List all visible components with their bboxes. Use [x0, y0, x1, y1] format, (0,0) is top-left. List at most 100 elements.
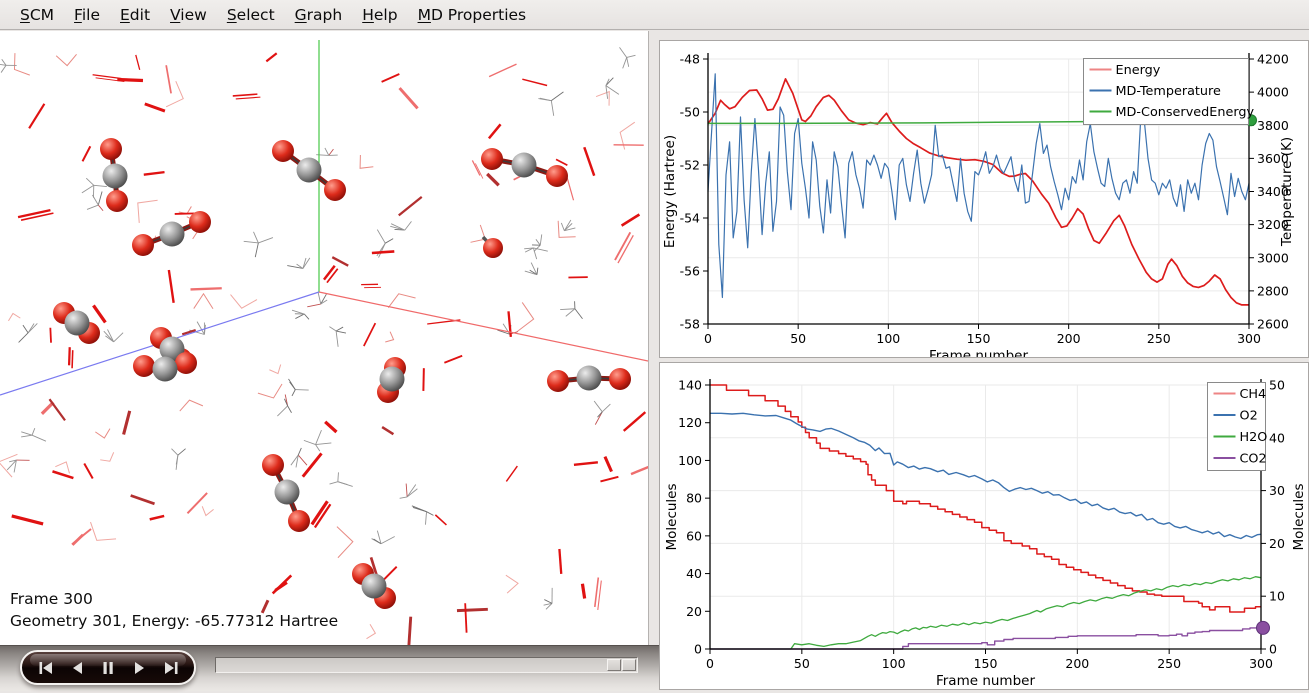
carbon-atom [297, 158, 322, 183]
carbon-atom [275, 480, 300, 505]
menu-bar: SCMFileEditViewSelectGraphHelpMD Propert… [0, 0, 1309, 30]
pause-button[interactable] [96, 658, 120, 678]
menu-item-file[interactable]: File [64, 3, 110, 27]
menu-item-select[interactable]: Select [217, 3, 285, 27]
right-axis-title: Temperature (K) [1279, 137, 1295, 247]
h2o-stick [194, 294, 213, 309]
skip-to-end-icon [161, 661, 179, 675]
left-tick-label: -52 [680, 158, 700, 173]
ch4-stick [330, 472, 353, 486]
o2-stick [136, 55, 140, 70]
h2o-stick [558, 221, 575, 238]
left-tick-label: 140 [678, 378, 702, 393]
o2-stick [52, 471, 73, 478]
right-tick-label: 3000 [1257, 250, 1289, 265]
x-tick-label: 300 [1249, 656, 1273, 671]
o2-stick [444, 356, 462, 363]
oxygen-atom [481, 148, 503, 170]
carbon-atom [65, 311, 90, 336]
legend-label-CH4: CH4 [1240, 387, 1267, 402]
o2-stick [582, 584, 584, 599]
playback-bar [0, 645, 659, 691]
h2o-stick [0, 454, 17, 477]
skip-to-start-button[interactable] [34, 658, 58, 678]
left-tick-label: -54 [680, 211, 700, 226]
viewer-3d[interactable]: Frame 300 Geometry 301, Energy: -65.7731… [0, 31, 649, 645]
step-back-icon [68, 661, 86, 675]
o2-stick [124, 411, 130, 435]
o2-stick [84, 463, 92, 478]
right-axis-title: Molecules [1291, 483, 1307, 550]
carbon-atom [160, 222, 185, 247]
legend-label-O2: O2 [1240, 409, 1258, 424]
ch4-stick [560, 301, 582, 318]
x-tick-label: 100 [876, 331, 900, 346]
h2o-stick [388, 294, 415, 308]
left-tick-label: 40 [686, 566, 702, 581]
o2-stick [400, 88, 418, 108]
h2o-stick [518, 302, 534, 331]
skip-to-end-button[interactable] [158, 658, 182, 678]
oxygen-atom [609, 368, 631, 390]
o2-stick [93, 305, 105, 322]
legend-label-Energy: Energy [1116, 63, 1161, 78]
h2o-stick [95, 429, 110, 438]
gas-sticks [0, 47, 648, 645]
o2-stick [144, 172, 165, 175]
legend-label-MD-Temperature: MD-Temperature [1116, 84, 1222, 99]
oxygen-atom [288, 510, 310, 532]
o2-stick [12, 516, 43, 524]
menu-item-help[interactable]: Help [352, 3, 407, 27]
h2o-stick [91, 522, 117, 540]
oxygen-atom [547, 370, 569, 392]
frame-status: Frame 300 [10, 589, 93, 610]
menu-item-graph[interactable]: Graph [285, 3, 353, 27]
o2-stick [506, 466, 517, 481]
ch4-stick [412, 506, 434, 525]
o2-stick [150, 516, 164, 519]
left-tick-label: 120 [678, 415, 702, 430]
o2-stick [169, 270, 174, 303]
ch4-stick [277, 394, 291, 416]
o2-stick [409, 617, 411, 645]
o2-stick [382, 427, 393, 434]
box-edge-red [319, 292, 648, 361]
o2-stick [18, 210, 50, 217]
ch4-stick [606, 78, 619, 99]
ch4-stick [19, 323, 38, 342]
pause-icon [99, 661, 117, 675]
h2o-stick [138, 200, 158, 223]
menu-item-edit[interactable]: Edit [110, 3, 160, 27]
play-button[interactable] [127, 658, 151, 678]
ch4-stick [287, 258, 310, 269]
menu-item-scm[interactable]: SCM [10, 3, 64, 27]
menu-item-md-properties[interactable]: MD Properties [408, 3, 537, 27]
frame-slider-thumb[interactable] [606, 659, 636, 671]
ch4-stick [390, 221, 411, 230]
o2-stick [42, 402, 53, 413]
o2-stick [475, 163, 483, 178]
o2-stick [332, 257, 348, 265]
right-tick-label: 10 [1269, 589, 1285, 604]
o2-stick [567, 178, 573, 200]
o2-stick [69, 347, 70, 365]
left-tick-label: 60 [686, 528, 702, 543]
right-tick-label: 2600 [1257, 317, 1289, 332]
ch4-stick [594, 401, 610, 425]
ch4-stick [292, 310, 309, 319]
o2-stick [522, 79, 547, 85]
current-frame-marker[interactable] [1257, 621, 1270, 634]
menu-item-view[interactable]: View [160, 3, 217, 27]
oxygen-atom [175, 352, 197, 374]
o2-stick [273, 575, 292, 593]
co2-molecule [100, 138, 128, 212]
co2-molecule [377, 357, 406, 403]
ch4-stick [21, 428, 46, 441]
o2-stick [131, 495, 155, 503]
frame-slider[interactable] [215, 657, 638, 673]
ch4-stick [619, 47, 635, 68]
molecular-scene [0, 31, 648, 645]
step-back-button[interactable] [65, 658, 89, 678]
o2-stick [72, 529, 91, 544]
o2-stick [117, 79, 143, 80]
